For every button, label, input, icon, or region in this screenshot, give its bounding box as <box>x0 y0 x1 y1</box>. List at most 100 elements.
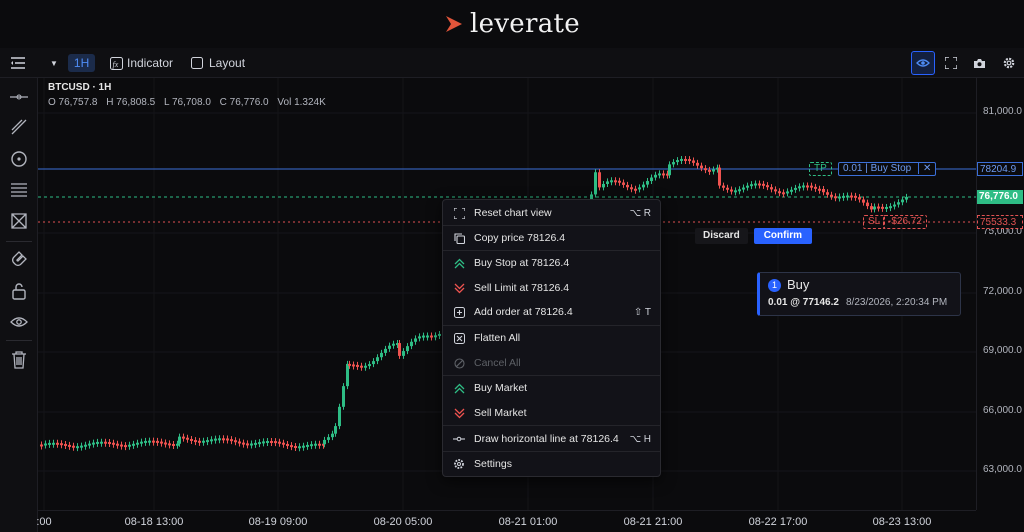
menu-cancel-all: Cancel All <box>443 351 660 375</box>
lock-icon[interactable] <box>7 279 31 303</box>
circle-target-icon[interactable] <box>7 147 31 171</box>
candle-body <box>242 442 245 445</box>
candle-body <box>186 437 189 440</box>
candle-body <box>750 184 753 187</box>
svg-text:fx: fx <box>113 60 119 69</box>
eye-icon[interactable] <box>7 310 31 334</box>
menu-copy-price[interactable]: Copy price 78126.4 <box>443 226 660 250</box>
chart-toolbar: ▼ 1H fx Indicator Layout <box>0 48 1024 78</box>
candle-body <box>168 443 171 446</box>
candle-body <box>226 438 229 441</box>
trend-line-icon[interactable] <box>7 115 31 139</box>
candle-body <box>60 443 63 446</box>
candle-body <box>778 191 781 194</box>
candle-body <box>254 442 257 445</box>
candle-body <box>662 173 665 176</box>
buy-stop-price-label: 78204.9 <box>977 162 1023 176</box>
menu-label: Sell Market <box>474 407 527 419</box>
crosshair-line-icon[interactable] <box>7 85 31 109</box>
trash-icon[interactable] <box>7 348 31 372</box>
candle-body <box>422 335 425 338</box>
menu-sell-market[interactable]: Sell Market <box>443 401 660 425</box>
candle-body <box>718 167 721 186</box>
legend-high: H 76,808.5 <box>106 97 156 108</box>
menu-settings[interactable]: Settings <box>443 452 660 476</box>
pattern-icon[interactable] <box>7 209 31 233</box>
layout-label: Layout <box>209 56 246 70</box>
candle-body <box>238 441 241 444</box>
sidebar-divider <box>6 340 32 341</box>
menu-separator <box>443 425 660 426</box>
candle-body <box>198 440 201 443</box>
menu-icon[interactable] <box>10 48 26 78</box>
menu-sell-limit[interactable]: Sell Limit at 78126.4 <box>443 276 660 300</box>
candle-body <box>862 199 865 203</box>
menu-draw-horizontal-line[interactable]: Draw horizontal line at 78126.4 ⌥ H <box>443 427 660 451</box>
menu-buy-stop[interactable]: Buy Stop at 78126.4 <box>443 251 660 275</box>
discard-button[interactable]: Discard <box>695 228 748 244</box>
candle-body <box>905 196 908 200</box>
take-profit-tag[interactable]: TP <box>809 162 832 176</box>
gear-icon[interactable] <box>1002 48 1016 78</box>
menu-label: Flatten All <box>474 332 521 344</box>
buy-card-time: 8/23/2026, 2:20:34 PM <box>846 297 948 308</box>
menu-label: Settings <box>474 458 512 470</box>
candle-body <box>290 445 293 448</box>
candle-body <box>310 444 313 447</box>
candle-body <box>877 206 880 209</box>
candle-body <box>602 183 605 188</box>
candle-body <box>194 440 197 443</box>
candle-body <box>84 444 87 447</box>
menu-label: Copy price 78126.4 <box>474 232 566 244</box>
time-tick: :00 <box>36 516 52 528</box>
candle-body <box>846 195 849 198</box>
order-badge: 1 <box>768 279 781 292</box>
menu-flatten-all[interactable]: Flatten All <box>443 326 660 350</box>
candle-body <box>818 188 821 191</box>
candle-body <box>630 187 633 190</box>
candle-body <box>202 440 205 443</box>
eye-icon <box>916 59 930 67</box>
candle-body <box>100 441 103 444</box>
candle-body <box>434 335 437 338</box>
candle-body <box>164 442 167 445</box>
candle-body <box>794 187 797 190</box>
price-axis[interactable]: 81,000.0 75,000.0 72,000.0 69,000.0 66,0… <box>976 78 1024 510</box>
indicator-button[interactable]: fx Indicator <box>110 48 173 78</box>
candle-body <box>278 441 281 444</box>
layout-button[interactable]: Layout <box>191 48 245 78</box>
chevron-down-icon: ▼ <box>50 58 58 68</box>
menu-reset-chart-view[interactable]: Reset chart view ⌥ R <box>443 201 660 225</box>
buy-order-card[interactable]: 1 Buy 0.01 @ 77146.2 8/23/2026, 2:20:34 … <box>757 272 961 316</box>
time-tick: 08-20 05:00 <box>373 516 433 528</box>
menu-label: Buy Market <box>474 382 528 394</box>
menu-label: Sell Limit at 78126.4 <box>474 282 570 294</box>
confirm-button[interactable]: Confirm <box>753 228 813 244</box>
fib-levels-icon[interactable] <box>7 178 31 202</box>
candle-body <box>598 172 601 188</box>
gear-icon <box>452 457 466 471</box>
menu-shortcut: ⌥ R <box>629 207 651 219</box>
timeframe-dropdown[interactable]: ▼ 1H <box>50 48 96 78</box>
stop-loss-tag[interactable]: SL <box>863 215 886 229</box>
candle-body <box>302 445 305 448</box>
candle-body <box>96 441 99 444</box>
buy-card-title: Buy <box>787 277 810 292</box>
menu-label: Buy Stop at 78126.4 <box>474 257 570 269</box>
buy-stop-order-tag[interactable]: 0.01 | Buy Stop ✕ <box>838 162 937 176</box>
eye-toggle-button[interactable] <box>911 51 935 75</box>
candle-body <box>398 343 401 356</box>
candle-body <box>282 442 285 445</box>
camera-icon[interactable] <box>973 48 986 78</box>
close-icon[interactable]: ✕ <box>917 163 932 174</box>
fullscreen-icon[interactable] <box>945 48 957 78</box>
legend-open: O 76,757.8 <box>48 97 98 108</box>
candle-body <box>696 162 699 166</box>
candle-body <box>144 440 147 443</box>
time-axis[interactable]: :00 08-18 13:00 08-19 09:00 08-20 05:00 … <box>36 510 976 532</box>
candle-body <box>323 439 326 445</box>
magnet-icon[interactable] <box>7 247 31 271</box>
menu-buy-market[interactable]: Buy Market <box>443 376 660 400</box>
menu-add-order[interactable]: Add order at 78126.4 ⇧ T <box>443 300 660 324</box>
candle-body <box>774 189 777 192</box>
